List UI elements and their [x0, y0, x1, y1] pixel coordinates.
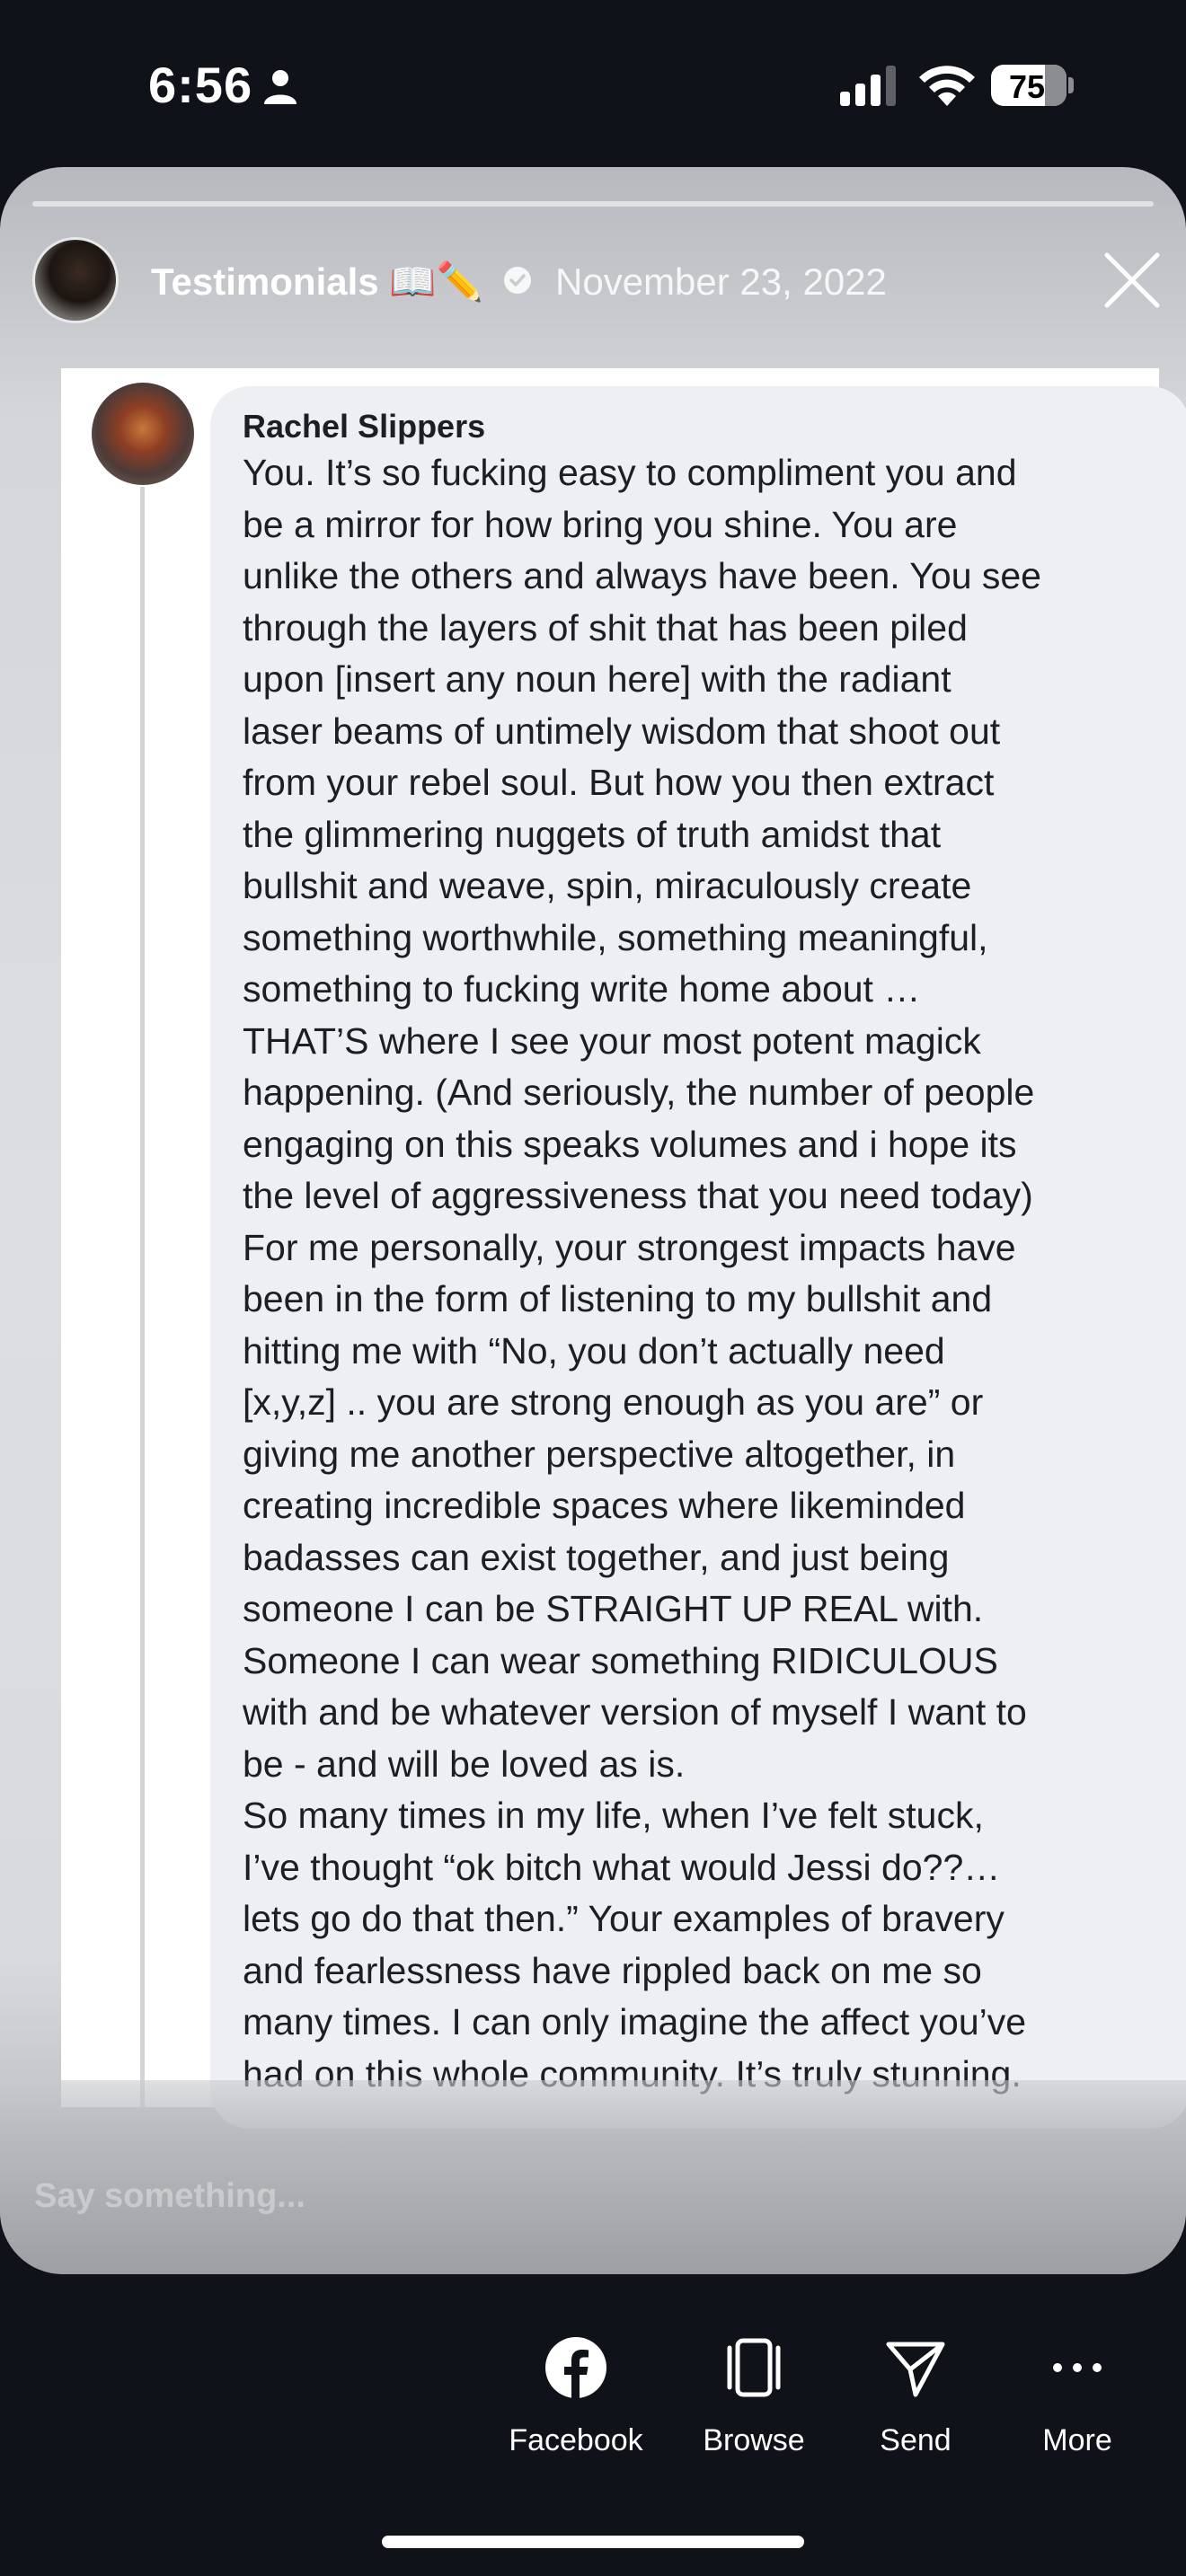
close-icon[interactable] — [1098, 246, 1166, 314]
send-icon — [886, 2342, 945, 2397]
comment-line: through the layers of shit that has been… — [243, 606, 968, 648]
comment-line: I’ve thought “ok bitch what would Jessi … — [243, 1846, 1001, 1888]
send-label: Send — [880, 2423, 951, 2457]
status-time: 6:56 — [148, 57, 253, 113]
comment-line: engaging on this speaks volumes and i ho… — [243, 1123, 1017, 1165]
comment-line: been in the form of listening to my bull… — [243, 1278, 993, 1319]
story-progress-bar — [32, 201, 1154, 207]
battery-icon: 75 — [991, 65, 1074, 108]
comment-line: something worthwhile, something meaningf… — [243, 916, 988, 958]
comment-line: [x,y,z] .. you are strong enough as you … — [243, 1381, 984, 1423]
story-date: November 23, 2022 — [555, 260, 887, 303]
comment-line: happening. (And seriously, the number of… — [243, 1072, 1035, 1113]
comment-line: You. It’s so fucking easy to compliment … — [243, 452, 1017, 493]
comment-line: something to fucking write home about … — [243, 968, 921, 1010]
comment-line: For me personally, your strongest impact… — [243, 1226, 1016, 1268]
facebook-icon — [545, 2337, 606, 2398]
comment-line: someone I can be STRAIGHT UP REAL with. — [243, 1588, 984, 1629]
comment-author: Rachel Slippers — [243, 408, 486, 445]
comment-line: the glimmering nuggets of truth amidst t… — [243, 813, 942, 855]
story-card[interactable]: Testimonials 📖✏️ November 23, 2022 Rache… — [0, 167, 1186, 2274]
comment-post: Rachel Slippers You. It’s so fucking eas… — [61, 368, 1186, 2129]
comment-line: and fearlessness have rippled back on me… — [243, 1949, 982, 1991]
thread-line — [140, 487, 145, 2107]
comment-line: lets go do that then.” Your examples of … — [243, 1898, 1005, 1939]
home-indicator[interactable] — [382, 2536, 804, 2548]
comment-line: laser beams of untimely wisdom that shoo… — [243, 710, 1001, 752]
comment-line: giving me another perspective altogether… — [243, 1433, 956, 1475]
story-title[interactable]: Testimonials 📖✏️ — [151, 260, 483, 304]
comment-line: many times. I can only imagine the affec… — [243, 2001, 1027, 2042]
comment-line: be - and will be loved as is. — [243, 1742, 686, 1785]
more-button[interactable]: More — [996, 2326, 1158, 2479]
person-icon — [264, 70, 296, 104]
facebook-label: Facebook — [509, 2423, 643, 2457]
send-button[interactable]: Send — [835, 2326, 996, 2479]
comment-line: hitting me with “No, you don’t actually … — [243, 1329, 945, 1372]
story-header: Testimonials 📖✏️ November 23, 2022 — [0, 221, 1186, 347]
status-bar: 6:56 75 — [0, 0, 1186, 171]
signal-icon — [840, 66, 896, 106]
comment-line: the level of aggressiveness that you nee… — [243, 1175, 1033, 1216]
comment-line: So many times in my life, when I’ve felt… — [243, 1795, 984, 1836]
wifi-icon — [919, 66, 975, 106]
comment-bubble: Rachel Slippers You. It’s so fucking eas… — [210, 386, 1186, 2129]
commenter-avatar — [92, 383, 194, 485]
more-icon — [1053, 2363, 1102, 2372]
browse-button[interactable]: Browse — [673, 2326, 835, 2479]
verified-icon — [504, 267, 531, 294]
comment-line: Someone I can wear something RIDICULOUS — [243, 1639, 998, 1681]
facebook-button[interactable]: Facebook — [495, 2326, 657, 2479]
comment-line: bullshit and weave, spin, miraculously c… — [243, 865, 972, 906]
share-action-bar: Facebook Browse Send More — [0, 2326, 1186, 2479]
story-avatar[interactable] — [32, 237, 119, 323]
comment-line: creating incredible spaces where likemin… — [243, 1485, 966, 1526]
comment-line: with and be whatever version of myself I… — [243, 1691, 1027, 1733]
comment-line: THAT’S where I see your most potent magi… — [243, 1019, 981, 1062]
more-label: More — [1042, 2423, 1112, 2457]
comment-line: from your rebel soul. But how you then e… — [243, 762, 995, 803]
comment-line: be a mirror for how bring you shine. You… — [243, 503, 958, 545]
battery-level: 75 — [1008, 68, 1046, 105]
comment-line: upon [insert any noun here] with the rad… — [243, 658, 951, 700]
reply-input[interactable]: Say something... — [34, 2177, 305, 2216]
browse-icon — [727, 2338, 781, 2397]
comment-line: unlike the others and always have been. … — [243, 555, 1041, 596]
comment-body: You. It’s so fucking easy to compliment … — [243, 447, 1159, 2100]
comment-line: badasses can exist together, and just be… — [243, 1536, 950, 1578]
browse-label: Browse — [703, 2423, 805, 2457]
